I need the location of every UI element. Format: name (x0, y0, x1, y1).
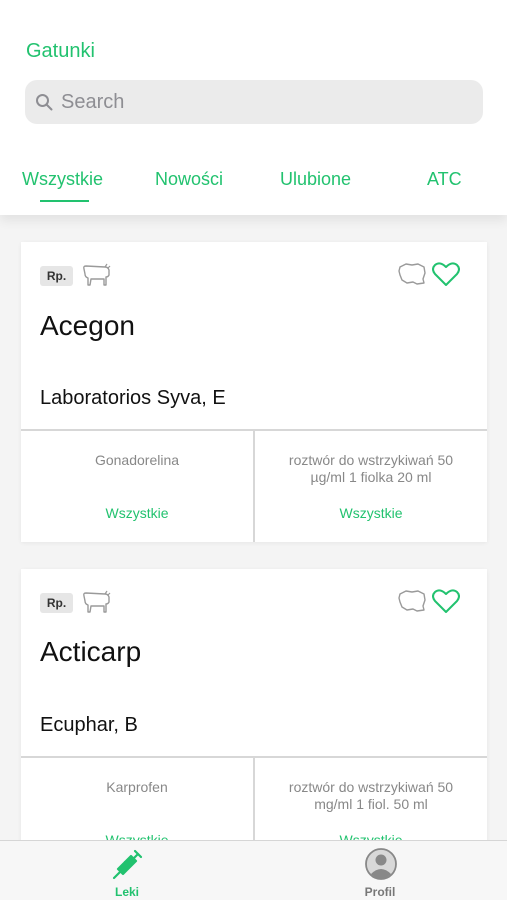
divider (253, 431, 255, 542)
search-bar[interactable] (25, 80, 483, 124)
species-link[interactable]: Gatunki (26, 40, 95, 63)
active-substance: Karprofen (106, 779, 168, 795)
search-input[interactable] (61, 90, 461, 114)
active-substance: Gonadorelina (94, 452, 180, 468)
drug-name: Acegon (40, 310, 135, 341)
cow-icon (83, 590, 111, 613)
bottom-tab-bar: Leki Profil (0, 840, 507, 900)
manufacturer: Laboratorios Syva, E (40, 387, 226, 409)
profile-icon (365, 848, 397, 880)
species-all-link[interactable]: Wszystkie (21, 505, 253, 521)
poland-map-icon[interactable] (397, 588, 427, 614)
nav-tab-profil[interactable]: Profil (300, 841, 460, 900)
prescription-badge: Rp. (40, 593, 73, 613)
nav-tab-leki[interactable]: Leki (47, 841, 207, 900)
poland-map-icon[interactable] (397, 261, 427, 287)
favorite-heart-icon[interactable] (432, 261, 460, 287)
drug-name: Acticarp (40, 636, 142, 667)
tab-new[interactable]: Nowości (155, 169, 223, 190)
nav-label: Profil (364, 885, 396, 899)
drug-card[interactable]: Rp. Acticarp Ecuphar, B Karprofen roztwó… (21, 569, 487, 869)
nav-label: Leki (114, 885, 139, 899)
filter-tabs: Wszystkie Nowości Ulubione ATC (0, 160, 507, 210)
pharmaceutical-form: roztwór do wstrzykiwań 50 mg/ml 1 fiol. … (288, 779, 454, 812)
syringe-icon (112, 849, 143, 880)
manufacturer: Ecuphar, B (40, 714, 138, 736)
search-icon (36, 94, 53, 111)
favorite-heart-icon[interactable] (432, 588, 460, 614)
prescription-badge: Rp. (40, 266, 73, 286)
species-all-link[interactable]: Wszystkie (255, 505, 487, 521)
header: Gatunki Wszystkie Nowości Ulubione ATC (0, 0, 507, 215)
tab-all[interactable]: Wszystkie (22, 169, 103, 190)
active-tab-indicator (40, 200, 89, 202)
pharmaceutical-form: roztwór do wstrzykiwań 50 µg/ml 1 fiolka… (288, 452, 454, 485)
cow-icon (83, 263, 111, 286)
tab-atc[interactable]: ATC (427, 169, 462, 190)
tab-favorites[interactable]: Ulubione (280, 169, 351, 190)
drug-card[interactable]: Rp. Acegon Laboratorios Syva, E Gonadore… (21, 242, 487, 542)
